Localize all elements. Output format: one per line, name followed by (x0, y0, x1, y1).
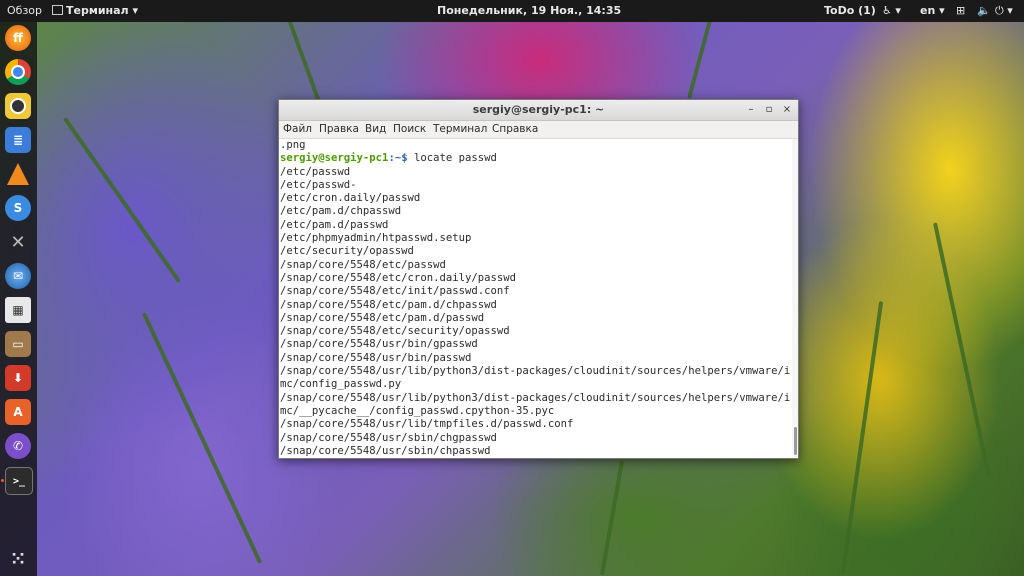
output-line: /etc/passwd (280, 165, 351, 178)
command-text: locate passwd (413, 152, 497, 165)
scrollbar-thumb[interactable] (794, 427, 797, 455)
menu-view[interactable]: Вид (365, 123, 386, 135)
output-line: mc/__pycache__/config_passwd.cpython-35.… (280, 404, 555, 417)
clock[interactable]: Понедельник, 19 Ноя., 14:35 (437, 4, 621, 17)
output-line: /snap/core/5548/usr/lib/python3/dist-pac… (280, 391, 791, 404)
output-line: /snap/core/5548/usr/lib/python3/dist-pac… (280, 365, 791, 378)
output-line: /snap/core/5548/etc/security/opasswd (280, 325, 510, 338)
terminal-icon[interactable]: >_ (5, 467, 33, 495)
output-line: /snap/core/5548/usr/bin/passwd (280, 351, 472, 364)
prompt-line: sergiy@sergiy-pc1:~$ locate passwd (279, 152, 792, 165)
language-switcher[interactable]: en ▾ (920, 4, 945, 17)
power-icon[interactable]: ⏻ ▾ (995, 4, 1013, 18)
file-manager-icon[interactable]: ▭ (5, 331, 31, 357)
terminal-output[interactable]: .png sergiy@sergiy-pc1:~$ locate passwd … (279, 139, 792, 457)
output-line: /etc/passwd- (280, 178, 357, 191)
output-line: /etc/security/opasswd (280, 245, 414, 258)
running-indicator (1, 479, 4, 482)
volume-icon[interactable]: 🔈 (977, 4, 991, 17)
todo-indicator[interactable]: ToDo (1) (824, 4, 876, 17)
chevron-down-icon: ▾ (132, 4, 138, 17)
network-icon[interactable]: ⊞ (956, 4, 965, 17)
tools-icon[interactable]: ✕ (5, 229, 31, 255)
output-line: /etc/cron.daily/passwd (280, 192, 421, 205)
app-center-icon[interactable]: A (5, 399, 31, 425)
language-label: en (920, 4, 936, 17)
menu-search[interactable]: Поиск (393, 123, 426, 135)
output-line: /snap/core/5548/etc/pam.d/chpasswd (280, 298, 497, 311)
app-menu-button[interactable]: Терминал ▾ (52, 4, 138, 17)
menu-terminal[interactable]: Терминал (433, 123, 487, 135)
chrome-icon[interactable] (5, 59, 31, 85)
output-line: /etc/pam.d/passwd (280, 218, 389, 231)
vlc-icon[interactable] (5, 161, 31, 187)
output-line: /etc/phpmyadmin/htpasswd.setup (280, 232, 472, 245)
minimize-icon[interactable]: – (744, 103, 758, 117)
menu-file[interactable]: Файл (283, 123, 312, 135)
window-title: sergiy@sergiy-pc1: ~ (472, 103, 605, 116)
output-line: /etc/pam.d/chpasswd (280, 205, 402, 218)
viber-icon[interactable]: ✆ (5, 433, 31, 459)
output-line: /snap/core/5548/usr/sbin/chpasswd (280, 444, 491, 457)
window-titlebar[interactable]: sergiy@sergiy-pc1: ~ – ▫ × (279, 100, 798, 121)
output-line: /snap/core/5548/etc/init/passwd.conf (280, 285, 510, 298)
terminal-small-icon (52, 5, 63, 15)
menu-edit[interactable]: Правка (319, 123, 359, 135)
accessibility-icon[interactable]: ♿ ▾ (882, 4, 901, 17)
close-icon[interactable]: × (780, 103, 794, 117)
app-menu-label: Терминал (66, 4, 129, 17)
prompt-user: sergiy@sergiy-pc1 (280, 152, 389, 165)
dock: ff ≣ S ✕ ✉ ▦ ▭ ⬇ A ✆ >_ ⁙ (0, 22, 37, 576)
simplenote-icon[interactable]: S (5, 195, 31, 221)
files-icon[interactable]: ≣ (5, 127, 31, 153)
output-line: mc/config_passwd.py (280, 378, 402, 391)
calculator-icon[interactable]: ▦ (5, 297, 31, 323)
output-line: /snap/core/5548/etc/cron.daily/passwd (280, 271, 516, 284)
downloader-icon[interactable]: ⬇ (5, 365, 31, 391)
top-panel: Обзор Терминал ▾ Понедельник, 19 Ноя., 1… (0, 0, 1024, 22)
thunderbird-icon[interactable]: ✉ (5, 263, 31, 289)
output-line: /snap/core/5548/etc/passwd (280, 258, 446, 271)
output-line: /snap/core/5548/usr/lib/tmpfiles.d/passw… (280, 418, 574, 431)
terminal-window[interactable]: sergiy@sergiy-pc1: ~ – ▫ × Файл Правка В… (278, 99, 799, 459)
rhythmbox-icon[interactable] (5, 93, 31, 119)
output-line: /snap/core/5548/usr/bin/gpasswd (280, 338, 478, 351)
scrollbar[interactable] (792, 139, 798, 457)
prompt-path: :~$ (388, 152, 414, 165)
output-line: /snap/core/5548/usr/sbin/chgpasswd (280, 431, 497, 444)
menu-help[interactable]: Справка (492, 123, 538, 135)
maximize-icon[interactable]: ▫ (762, 103, 776, 117)
output-line: .png (280, 139, 306, 151)
activities-button[interactable]: Обзор (7, 4, 42, 17)
output-line: /snap/core/5548/etc/pam.d/passwd (280, 311, 485, 324)
menu-bar: Файл Правка Вид Поиск Терминал Справка (279, 121, 798, 139)
firefox-icon[interactable]: ff (5, 25, 31, 51)
show-apps-icon[interactable]: ⁙ (5, 546, 31, 572)
